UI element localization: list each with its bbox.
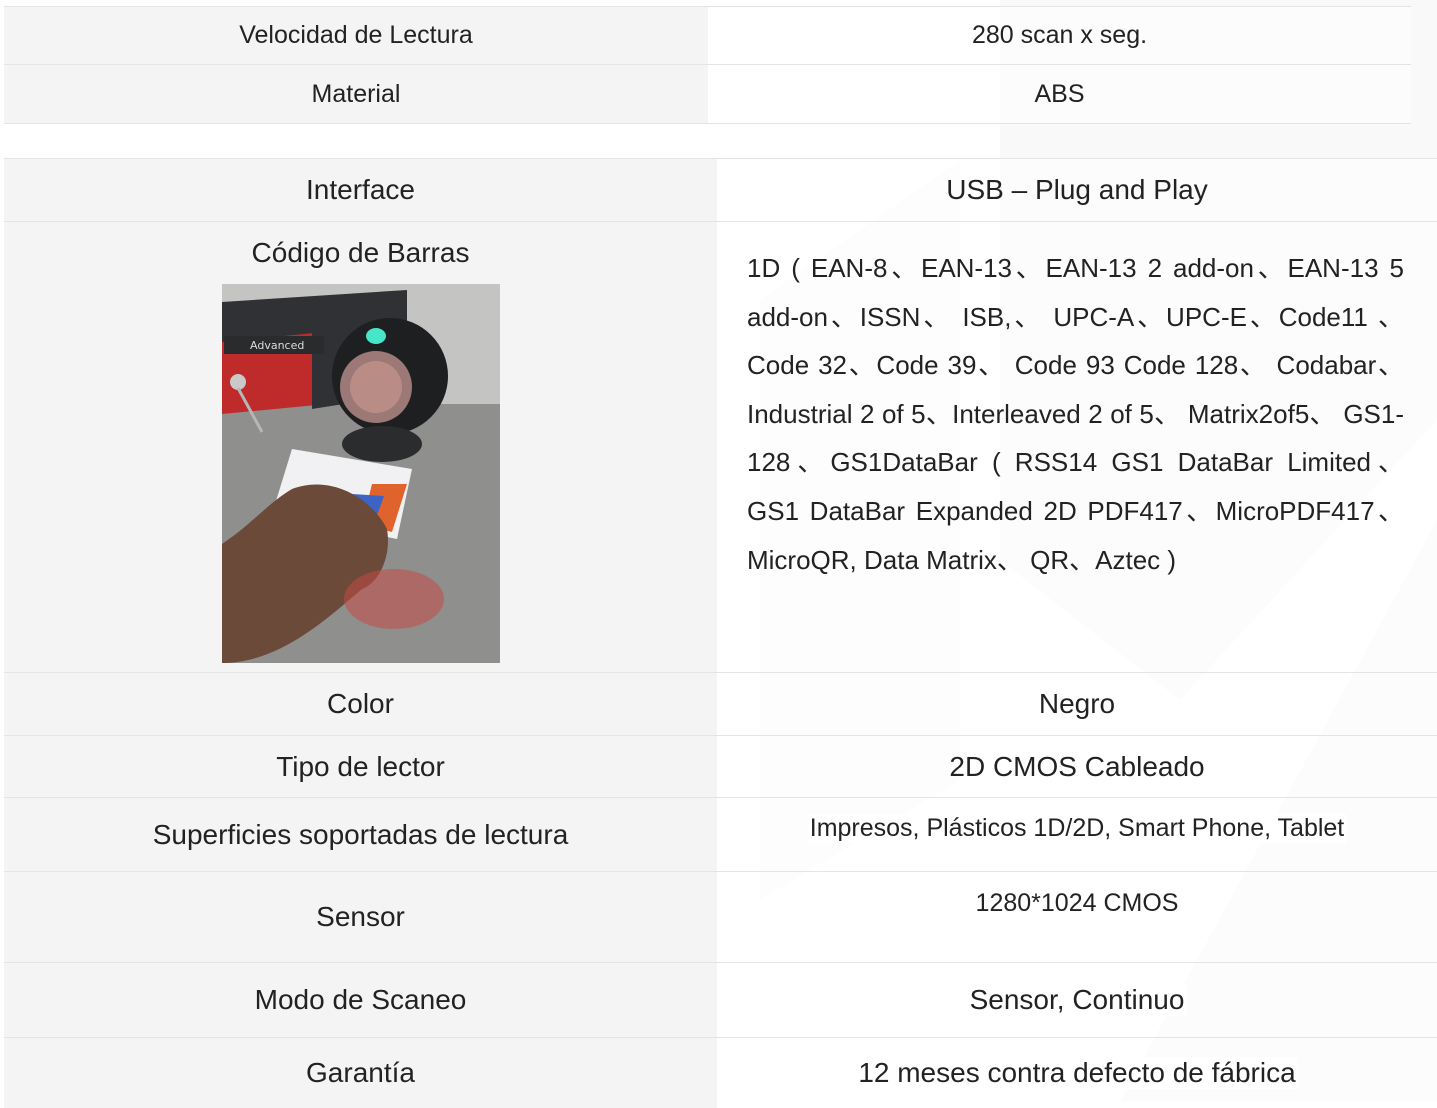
spec-label: Modo de Scaneo: [4, 963, 717, 1037]
spec-row-sensor: Sensor 1280*1024 CMOS: [4, 871, 1437, 962]
spec-value-cell: 1280*1024 CMOS: [717, 872, 1437, 962]
spec-value-cell: Impresos, Plásticos 1D/2D, Smart Phone, …: [717, 798, 1437, 871]
spec-label: Material: [4, 65, 708, 123]
spec-value: USB – Plug and Play: [717, 159, 1437, 221]
spec-value: 1280*1024 CMOS: [973, 889, 1181, 918]
spec-value: ABS: [708, 65, 1411, 123]
spec-row-color: Color Negro: [4, 672, 1437, 735]
spec-value: 1D ( EAN-8、EAN-13、EAN-13 2 add-on、EAN-13…: [717, 222, 1437, 672]
spec-value: Impresos, Plásticos 1D/2D, Smart Phone, …: [807, 814, 1347, 843]
photo-brand-text: Advanced: [250, 339, 304, 352]
spec-row-reading-speed: Velocidad de Lectura 280 scan x seg.: [4, 6, 1411, 64]
scanner-photo: Advanced: [221, 284, 500, 663]
spec-label: Color: [4, 673, 717, 735]
spec-row-reader-type: Tipo de lector 2D CMOS Cableado: [4, 735, 1437, 797]
spec-row-material: Material ABS: [4, 64, 1411, 123]
spec-label: Código de Barras: [251, 237, 470, 268]
spec-value: Sensor, Continuo: [967, 984, 1187, 1016]
barcode-label-cell: Código de Barras Advanced: [4, 222, 717, 672]
spec-label: Interface: [4, 159, 717, 221]
spec-value: 280 scan x seg.: [708, 7, 1411, 64]
spec-value: Negro: [717, 673, 1437, 735]
spec-row-surfaces: Superficies soportadas de lectura Impres…: [4, 797, 1437, 871]
spec-label: Superficies soportadas de lectura: [4, 798, 717, 871]
spec-value-cell: Sensor, Continuo: [717, 963, 1437, 1037]
spec-label: Velocidad de Lectura: [4, 7, 708, 64]
spec-row-scan-mode: Modo de Scaneo Sensor, Continuo: [4, 962, 1437, 1037]
spec-label: Tipo de lector: [4, 736, 717, 797]
spec-row-barcodes: Código de Barras Advanced 1D (EAN-8、EAN…: [4, 221, 1437, 672]
spec-row-warranty: Garantía 12 meses contra defecto de fábr…: [4, 1037, 1437, 1108]
spec-label: Garantía: [4, 1038, 717, 1108]
spec-value-cell: 12 meses contra defecto de fábrica: [717, 1038, 1437, 1108]
specs-table-top: Velocidad de Lectura 280 scan x seg. Mat…: [4, 6, 1411, 124]
spec-value: 2D CMOS Cableado: [717, 736, 1437, 797]
spec-label: Sensor: [4, 872, 717, 962]
spec-value: 12 meses contra defecto de fábrica: [856, 1057, 1298, 1089]
specs-table-main: Interface USB – Plug and Play Código de …: [4, 158, 1437, 1108]
spec-row-interface: Interface USB – Plug and Play: [4, 158, 1437, 221]
